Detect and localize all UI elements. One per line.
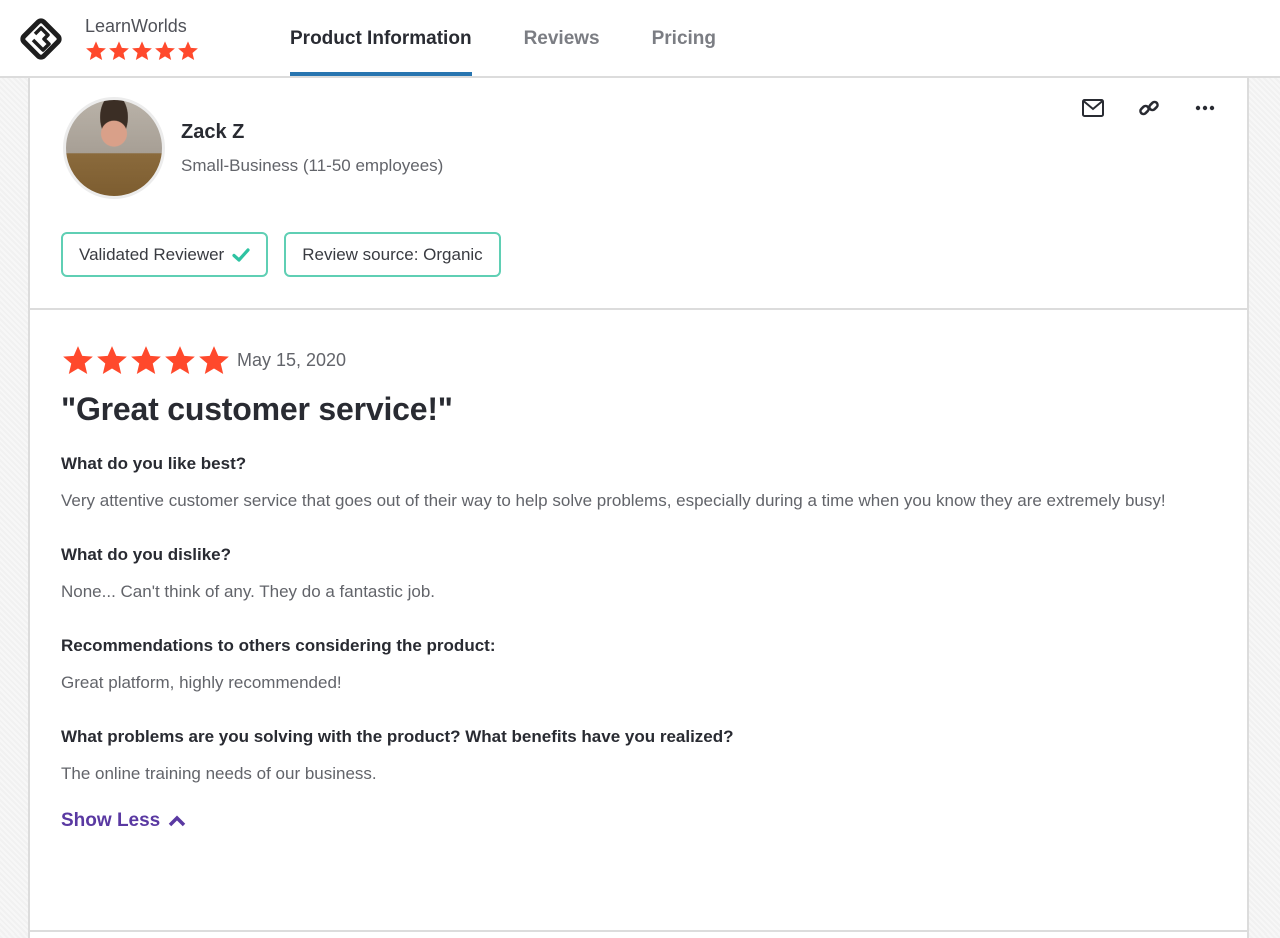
answer: Very attentive customer service that goe…: [61, 491, 1166, 510]
question: What do you dislike?: [61, 545, 232, 564]
tab-reviews[interactable]: Reviews: [524, 0, 600, 78]
mail-icon[interactable]: [1081, 96, 1105, 120]
tab-pricing[interactable]: Pricing: [652, 0, 716, 78]
chevron-up-icon: [169, 815, 186, 827]
badge-label: Review source: Organic: [302, 244, 483, 264]
divider: [30, 930, 1247, 932]
check-icon: [232, 247, 250, 262]
review-rating: May 15, 2020: [61, 344, 1211, 377]
product-rating-stars: [85, 40, 199, 62]
reviewer-company-size: Small-Business (11-50 employees): [181, 156, 444, 175]
product-name[interactable]: LearnWorlds: [85, 16, 187, 37]
link-icon[interactable]: [1137, 96, 1161, 120]
star-icon: [197, 344, 231, 377]
question: What do you like best?: [61, 454, 247, 473]
question: What problems are you solving with the p…: [61, 727, 734, 746]
answer: Great platform, highly recommended!: [61, 673, 342, 692]
review-date: May 15, 2020: [237, 350, 347, 370]
answer: The online training needs of our busines…: [61, 764, 377, 783]
learnworlds-logo-icon[interactable]: [18, 16, 64, 62]
star-icon: [95, 344, 129, 377]
qa-item: What do you like best? Very attentive cu…: [61, 454, 1211, 515]
validated-reviewer-badge: Validated Reviewer: [61, 232, 269, 277]
review-body: May 15, 2020 "Great customer service!" W…: [61, 344, 1211, 832]
more-icon[interactable]: [1193, 96, 1217, 120]
reviewer-badges: Validated Reviewer Review source: Organi…: [61, 232, 501, 277]
star-icon: [131, 40, 153, 62]
qa-item: What do you dislike? None... Can't think…: [61, 545, 1211, 606]
qa-item: What problems are you solving with the p…: [61, 727, 1211, 788]
review-card: Zack Z Small-Business (11-50 employees) …: [28, 78, 1249, 938]
reviewer-name: Zack Z: [181, 121, 245, 143]
show-less-button[interactable]: Show Less: [61, 810, 186, 832]
reviewer-section: Zack Z Small-Business (11-50 employees) …: [30, 78, 1247, 310]
review-title: "Great customer service!": [61, 391, 453, 427]
star-icon: [154, 40, 176, 62]
star-icon: [163, 344, 197, 377]
qa-item: Recommendations to others considering th…: [61, 636, 1211, 697]
tab-product-information[interactable]: Product Information: [290, 0, 472, 78]
star-icon: [129, 344, 163, 377]
star-icon: [61, 344, 95, 377]
answer: None... Can't think of any. They do a fa…: [61, 582, 435, 601]
review-source-badge: Review source: Organic: [284, 232, 501, 277]
star-icon: [177, 40, 199, 62]
top-navigation-bar: LearnWorlds Product Information Reviews …: [0, 0, 1280, 78]
show-less-label: Show Less: [61, 810, 161, 831]
star-icon: [85, 40, 107, 62]
question: Recommendations to others considering th…: [61, 636, 496, 655]
badge-label: Validated Reviewer: [79, 244, 225, 264]
review-actions: [1081, 96, 1217, 120]
star-icon: [108, 40, 130, 62]
tab-bar: Product Information Reviews Pricing: [290, 0, 768, 78]
avatar: [63, 97, 165, 199]
